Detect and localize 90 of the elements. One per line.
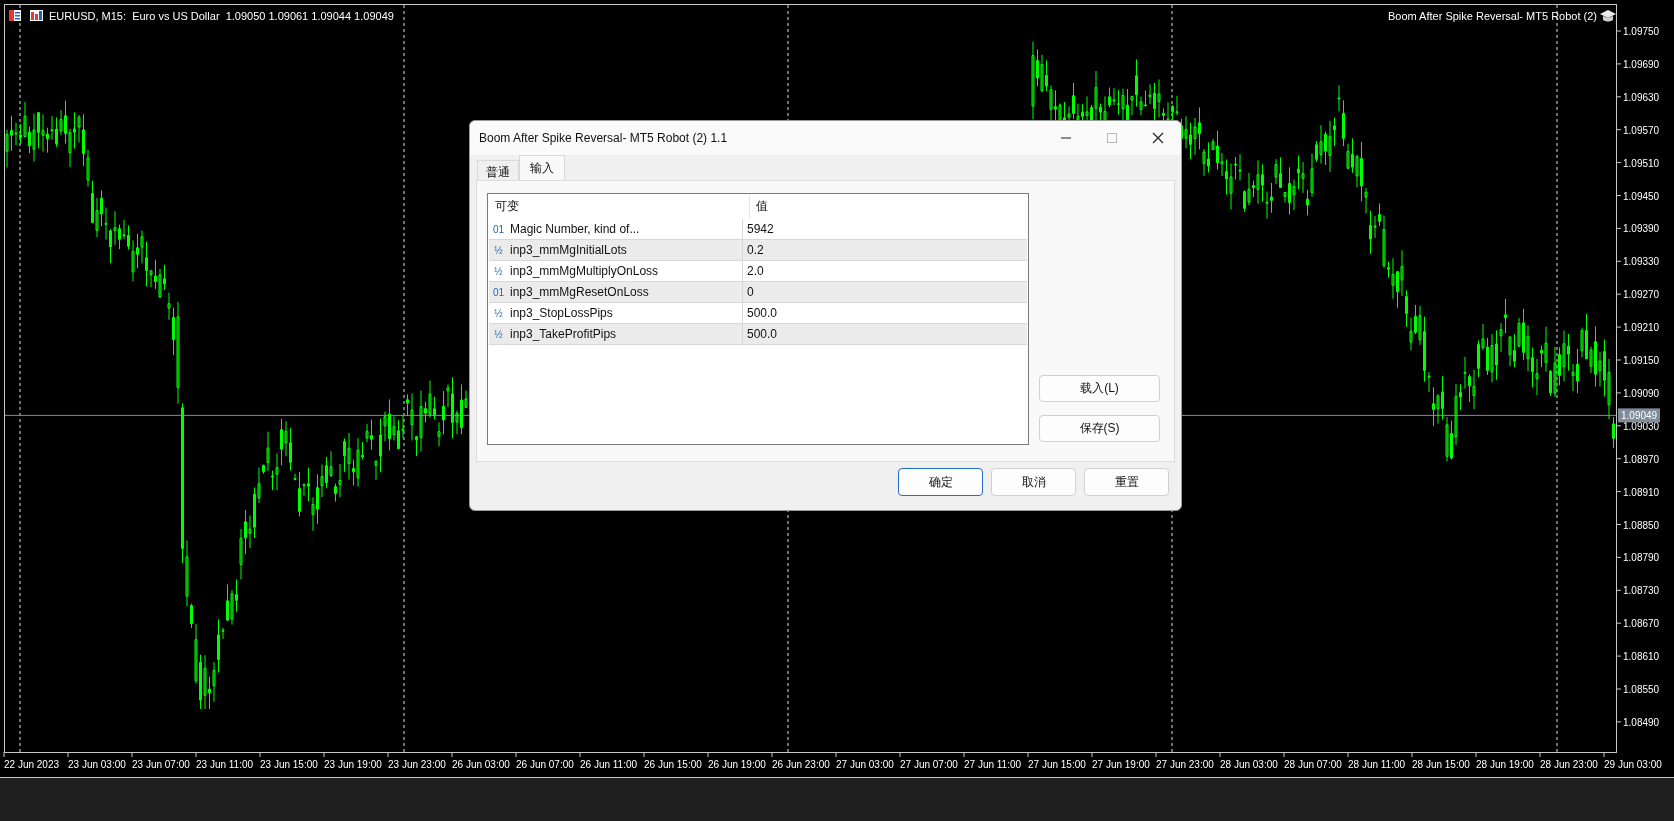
time-label: 26 Jun 11:00 xyxy=(580,759,638,770)
time-label: 26 Jun 15:00 xyxy=(644,759,702,770)
time-label: 26 Jun 07:00 xyxy=(516,759,574,770)
parameter-name-cell[interactable]: ½ inp3_mmMgInitialLots xyxy=(489,240,743,260)
parameter-name-cell[interactable]: ½ inp3_StopLossPips xyxy=(489,303,743,323)
time-label: 23 Jun 03:00 xyxy=(68,759,126,770)
time-label: 27 Jun 19:00 xyxy=(1092,759,1150,770)
close-icon xyxy=(1152,132,1164,144)
price-label: 1.09210 xyxy=(1623,322,1660,334)
time-label: 28 Jun 03:00 xyxy=(1220,759,1278,770)
price-label: 1.08910 xyxy=(1623,486,1660,498)
parameter-value-cell[interactable]: 5942 xyxy=(743,219,1027,239)
price-label: 1.08970 xyxy=(1623,453,1660,465)
time-label: 27 Jun 07:00 xyxy=(900,759,958,770)
parameter-name: inp3_mmMgInitialLots xyxy=(510,243,627,257)
parameter-name-cell[interactable]: 01 inp3_mmMgResetOnLoss xyxy=(489,282,743,302)
time-label: 26 Jun 23:00 xyxy=(772,759,830,770)
price-label: 1.08850 xyxy=(1623,519,1660,531)
price-label: 1.08790 xyxy=(1623,552,1660,564)
time-label: 28 Jun 19:00 xyxy=(1476,759,1534,770)
parameter-value-cell[interactable]: 0.2 xyxy=(743,240,1027,260)
type-icon: 01 xyxy=(492,286,505,298)
time-label: 27 Jun 03:00 xyxy=(836,759,894,770)
price-label: 1.08670 xyxy=(1623,618,1660,630)
bid-price-tag: 1.09049 xyxy=(1618,408,1660,423)
time-label: 22 Jun 2023 xyxy=(4,759,60,770)
price-label: 1.09510 xyxy=(1623,157,1660,169)
maximize-icon xyxy=(1106,132,1118,144)
type-icon: 01 xyxy=(492,223,505,235)
price-label: 1.08610 xyxy=(1623,651,1660,663)
time-label: 27 Jun 15:00 xyxy=(1028,759,1086,770)
tab[interactable]: 普通 xyxy=(477,160,519,180)
time-label: 28 Jun 23:00 xyxy=(1540,759,1598,770)
column-header[interactable]: 可变 xyxy=(489,195,750,218)
parameter-name: inp3_mmMgMultiplyOnLoss xyxy=(510,264,659,278)
time-label: 23 Jun 15:00 xyxy=(260,759,318,770)
time-label: 26 Jun 03:00 xyxy=(452,759,510,770)
side-button[interactable]: 载入(L) xyxy=(1039,375,1160,402)
parameter-name-cell[interactable]: 01 Magic Number, kind of... xyxy=(489,219,743,239)
time-label: 23 Jun 23:00 xyxy=(388,759,446,770)
tab[interactable]: 输入 xyxy=(519,155,565,180)
price-label: 1.09030 xyxy=(1623,420,1660,432)
column-header[interactable]: 值 xyxy=(750,195,1027,218)
dialog-button[interactable]: 确定 xyxy=(898,468,983,496)
type-icon: ½ xyxy=(492,328,505,340)
price-label: 1.09330 xyxy=(1623,256,1660,268)
price-label: 1.09270 xyxy=(1623,289,1660,301)
price-label: 1.09450 xyxy=(1623,190,1660,202)
price-label: 1.08550 xyxy=(1623,684,1660,695)
side-button[interactable]: 保存(S) xyxy=(1039,415,1160,442)
symbol-list-icon xyxy=(9,10,21,21)
dialog-button[interactable]: 重置 xyxy=(1084,468,1169,496)
parameter-name: Magic Number, kind of... xyxy=(510,222,640,236)
dialog-title: Boom After Spike Reversal- MT5 Robot (2) 1.1 xyxy=(479,131,728,145)
parameter-value-cell[interactable]: 2.0 xyxy=(743,261,1027,281)
dialog-button[interactable]: 取消 xyxy=(991,468,1076,496)
price-label: 1.08730 xyxy=(1623,585,1660,597)
time-label: 28 Jun 07:00 xyxy=(1284,759,1342,770)
price-label: 1.09750 xyxy=(1623,26,1660,37)
parameter-name: inp3_TakeProfitPips xyxy=(510,327,617,341)
graduation-cap-icon xyxy=(1600,10,1616,22)
type-icon: ½ xyxy=(492,244,505,256)
expert-name: Boom After Spike Reversal- MT5 Robot (2) xyxy=(1387,10,1597,22)
parameter-name: inp3_StopLossPips xyxy=(510,306,613,320)
parameter-name-cell[interactable]: ½ inp3_mmMgMultiplyOnLoss xyxy=(489,261,743,281)
parameter-name: inp3_mmMgResetOnLoss xyxy=(510,285,649,299)
time-label: 29 Jun 03:00 xyxy=(1604,759,1662,770)
time-label: 23 Jun 11:00 xyxy=(196,759,254,770)
price-label: 1.09630 xyxy=(1623,91,1660,103)
price-label: 1.09090 xyxy=(1623,387,1660,399)
price-label: 1.08490 xyxy=(1623,716,1660,728)
parameter-value-cell[interactable]: 0 xyxy=(743,282,1027,302)
time-label: 23 Jun 07:00 xyxy=(132,759,190,770)
type-icon: ½ xyxy=(492,265,505,277)
type-icon: ½ xyxy=(492,307,505,319)
time-label: 23 Jun 19:00 xyxy=(324,759,382,770)
parameter-value-cell[interactable]: 500.0 xyxy=(743,324,1027,344)
price-label: 1.09150 xyxy=(1623,355,1660,366)
parameter-name-cell[interactable]: ½ inp3_TakeProfitPips xyxy=(489,324,743,344)
price-label: 1.09390 xyxy=(1623,223,1660,235)
time-label: 28 Jun 11:00 xyxy=(1348,759,1406,770)
chart-caption: EURUSD, M15: Euro vs US Dollar 1.09050 1.09061 1.09044 1.09049 xyxy=(49,10,394,22)
parameter-value-cell[interactable]: 500.0 xyxy=(743,303,1027,323)
time-label: 27 Jun 11:00 xyxy=(964,759,1022,770)
price-label: 1.09570 xyxy=(1623,124,1660,136)
time-label: 28 Jun 15:00 xyxy=(1412,759,1470,770)
time-label: 27 Jun 23:00 xyxy=(1156,759,1214,770)
time-label: 26 Jun 19:00 xyxy=(708,759,766,770)
chart-icon xyxy=(30,10,43,21)
price-label: 1.09690 xyxy=(1623,58,1660,70)
